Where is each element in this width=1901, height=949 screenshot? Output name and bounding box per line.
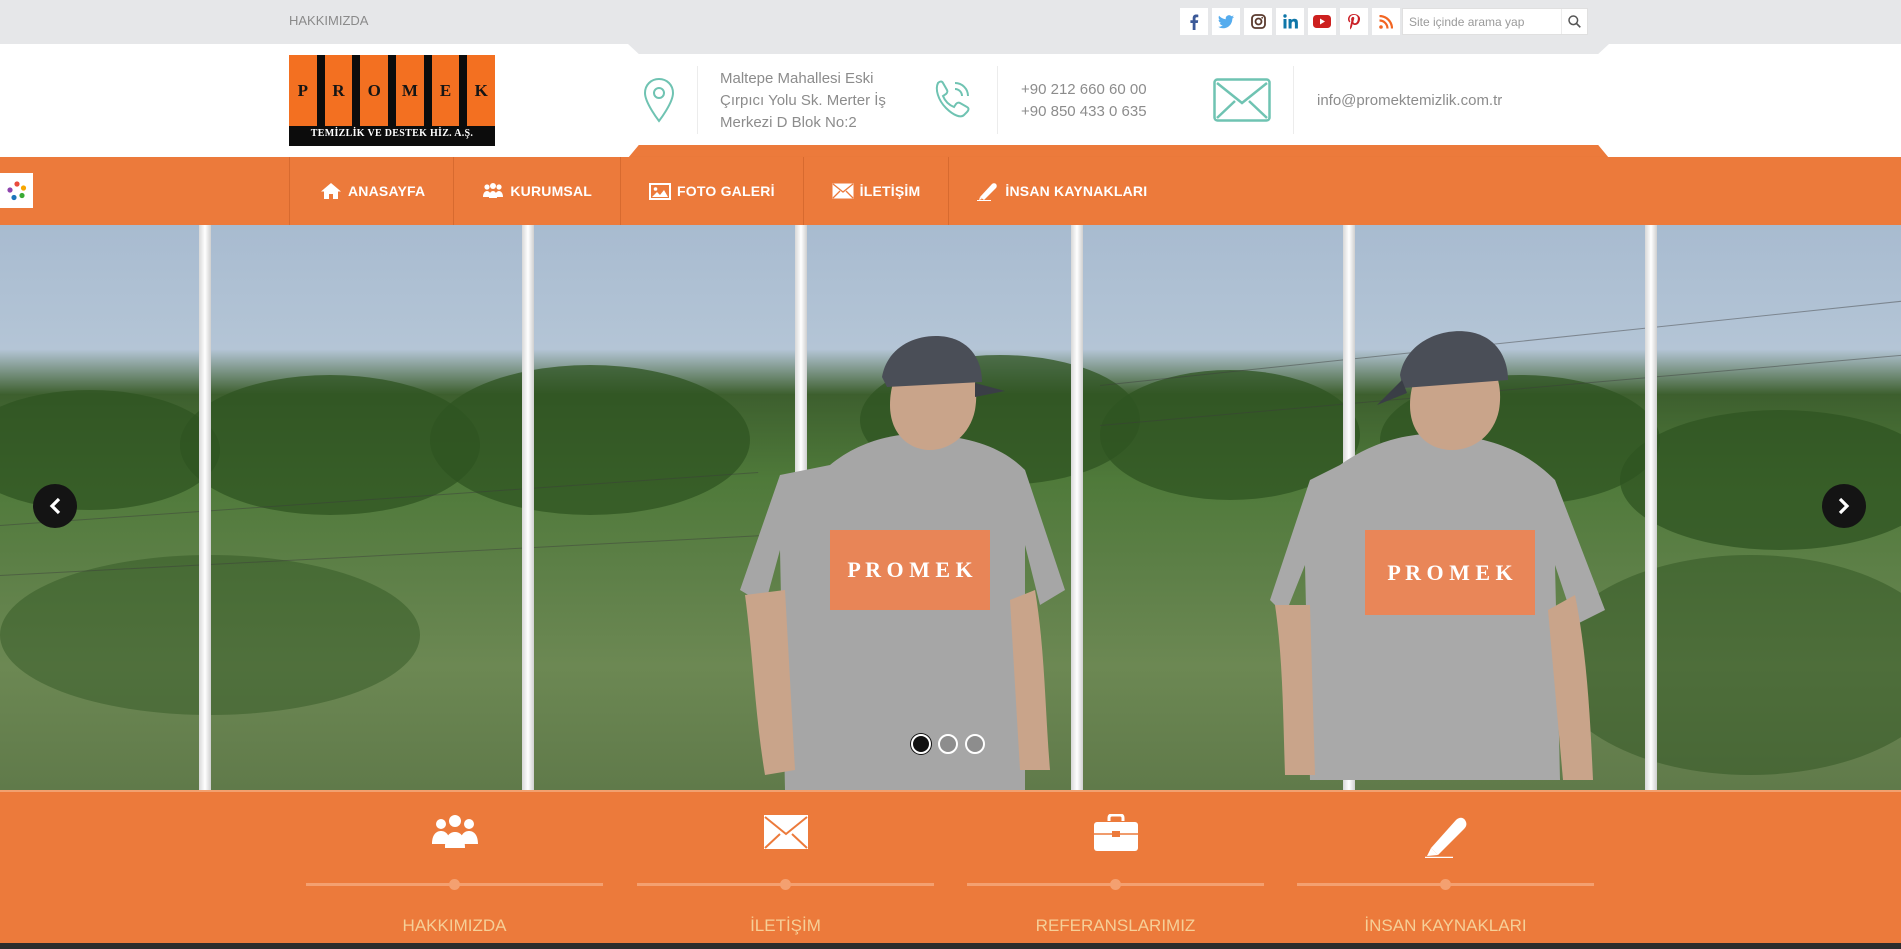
search-icon	[1568, 15, 1581, 28]
svg-text:P R O M E K: P R O M E K	[847, 557, 972, 582]
slider-pagination	[911, 734, 985, 754]
logo-subtitle: TEMİZLİK VE DESTEK HİZ. A.Ş.	[310, 128, 474, 139]
linkedin-icon[interactable]	[1276, 8, 1304, 35]
top-bar: HAKKIMIZDA	[0, 0, 1901, 44]
side-widget-button[interactable]	[0, 173, 33, 208]
nav-item-hr[interactable]: İNSAN KAYNAKLARI	[948, 157, 1175, 225]
search-input[interactable]	[1403, 9, 1563, 34]
header: P R O M E K TEMİZLİK VE DESTEK HİZ. A.Ş.…	[0, 44, 1901, 157]
feature-strip: HAKKIMIZDA İLETİŞİM REFERANSLARIMIZ İNSA…	[0, 790, 1901, 949]
envelope-icon	[832, 183, 854, 199]
image-icon	[649, 182, 672, 200]
search-box	[1402, 8, 1588, 35]
search-button[interactable]	[1561, 9, 1587, 34]
feature-hr[interactable]: İNSAN KAYNAKLARI	[1297, 792, 1594, 949]
chevron-right-icon	[1838, 497, 1850, 515]
envelope-icon	[1213, 78, 1271, 122]
phone-2[interactable]: +90 850 433 0 635	[1021, 101, 1147, 123]
slider-dot-1[interactable]	[911, 734, 931, 754]
pencil-icon	[1424, 817, 1466, 858]
instagram-icon[interactable]	[1244, 8, 1272, 35]
envelope-icon	[763, 815, 808, 849]
footer-strip	[0, 943, 1901, 949]
header-tab-shape	[628, 44, 1609, 54]
group-icon	[431, 815, 478, 848]
feature-contact[interactable]: İLETİŞİM	[637, 792, 934, 949]
feature-about[interactable]: HAKKIMIZDA	[306, 792, 603, 949]
company-logo[interactable]: P R O M E K TEMİZLİK VE DESTEK HİZ. A.Ş.	[289, 55, 496, 146]
main-nav: ANASAYFA KURUMSAL FOTO GALERİ İLETİŞİM İ…	[0, 157, 1901, 225]
worker-photo-left: P R O M E K	[740, 336, 1065, 790]
svg-text:P R O M E K: P R O M E K	[1387, 560, 1512, 585]
phone-numbers: +90 212 660 60 00 +90 850 433 0 635	[1021, 79, 1147, 123]
nav-item-corporate[interactable]: KURUMSAL	[453, 157, 620, 225]
phone-1[interactable]: +90 212 660 60 00	[1021, 79, 1147, 101]
chevron-left-icon	[49, 497, 61, 515]
briefcase-icon	[1093, 814, 1138, 851]
phone-icon	[935, 80, 970, 118]
rss-icon[interactable]	[1372, 8, 1400, 35]
pinterest-icon[interactable]	[1340, 8, 1368, 35]
nav-item-contact[interactable]: İLETİŞİM	[802, 157, 949, 225]
about-link[interactable]: HAKKIMIZDA	[289, 13, 368, 28]
group-icon	[483, 183, 504, 198]
email-link[interactable]: info@promektemizlik.com.tr	[1317, 90, 1502, 112]
social-links	[1180, 8, 1400, 35]
slider-dot-3[interactable]	[965, 734, 985, 754]
slider-prev-button[interactable]	[33, 484, 77, 528]
worker-photo-right: P R O M E K	[1270, 331, 1605, 780]
color-wheel-icon	[6, 180, 26, 200]
youtube-icon[interactable]	[1308, 8, 1336, 35]
map-pin-icon	[643, 77, 675, 123]
home-icon	[321, 183, 341, 199]
facebook-icon[interactable]	[1180, 8, 1208, 35]
twitter-icon[interactable]	[1212, 8, 1240, 35]
nav-item-home[interactable]: ANASAYFA	[289, 157, 453, 225]
pencil-icon	[977, 183, 998, 201]
slider-dot-2[interactable]	[938, 734, 958, 754]
feature-references[interactable]: REFERANSLARIMIZ	[967, 792, 1264, 949]
address-text: Maltepe Mahallesi Eski Çırpıcı Yolu Sk. …	[720, 70, 886, 131]
nav-item-gallery[interactable]: FOTO GALERİ	[620, 157, 803, 225]
slider-next-button[interactable]	[1822, 484, 1866, 528]
hero-slider: P R O M E K P R O M E K	[0, 225, 1901, 790]
